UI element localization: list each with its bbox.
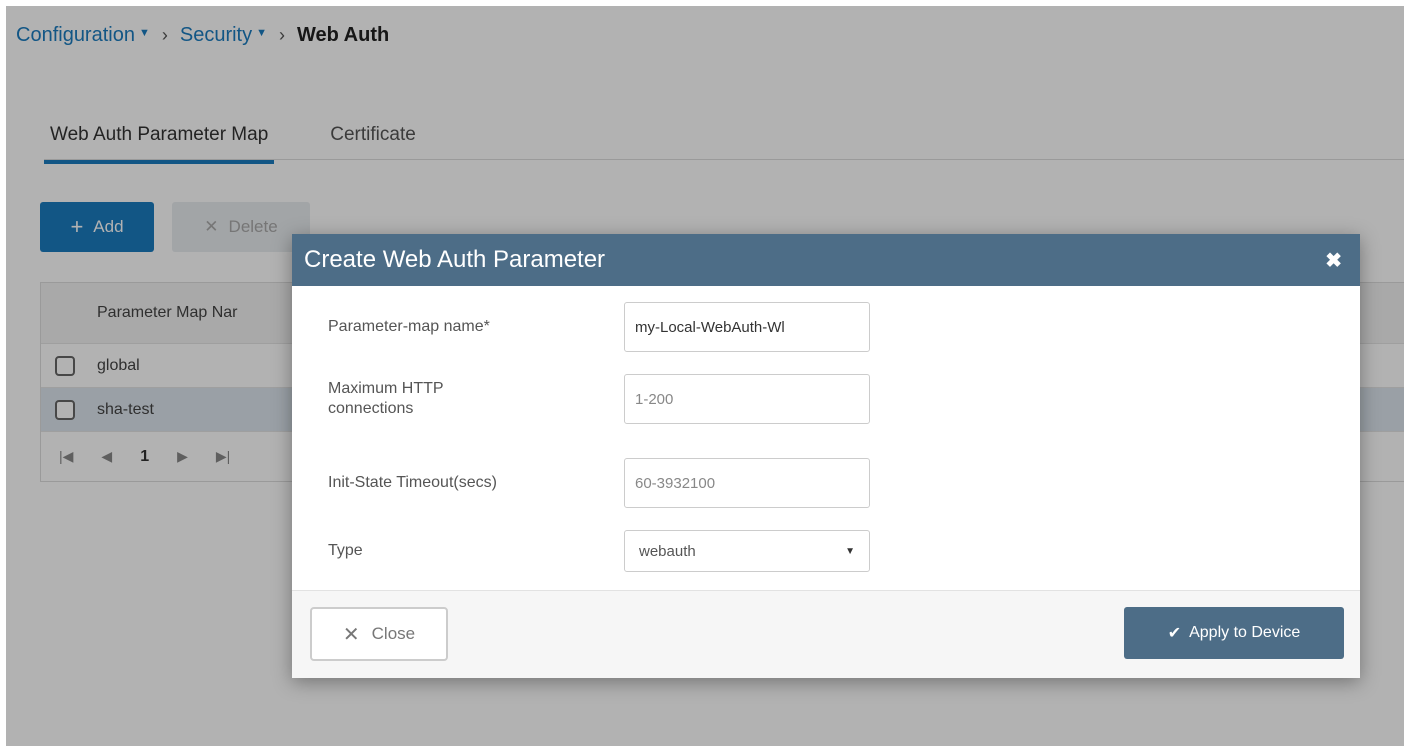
type-select[interactable]: webauth ▼ <box>624 530 870 572</box>
field-row-timeout: Init-State Timeout(secs) 60-3932100 <box>328 458 870 508</box>
apply-to-device-button[interactable]: ✔ Apply to Device <box>1124 607 1344 659</box>
max-http-label: Maximum HTTP connections <box>328 380 444 417</box>
field-row-type: Type webauth ▼ <box>328 530 870 572</box>
create-web-auth-dialog: Create Web Auth Parameter ✖ Parameter-ma… <box>292 234 1360 678</box>
close-button[interactable]: ✕ Close <box>310 607 448 661</box>
dialog-title: Create Web Auth Parameter <box>304 246 606 273</box>
field-row-name: Parameter-map name* my-Local-WebAuth-Wl <box>328 302 870 352</box>
apply-button-label: Apply to Device <box>1189 624 1301 641</box>
timeout-label: Init-State Timeout(secs) <box>328 474 497 491</box>
name-label: Parameter-map name* <box>328 318 490 335</box>
chevron-down-icon: ▼ <box>845 545 855 557</box>
dialog-body: Parameter-map name* my-Local-WebAuth-Wl … <box>292 286 1360 590</box>
dialog-footer: ✕ Close ✔ Apply to Device <box>292 590 1360 678</box>
timeout-input[interactable]: 60-3932100 <box>624 458 870 508</box>
type-select-value: webauth <box>639 542 696 560</box>
close-button-label: Close <box>371 624 416 643</box>
type-label: Type <box>328 542 363 559</box>
check-icon: ✔ <box>1167 625 1182 642</box>
app-frame: Configuration ▼ › Security ▼ › Web Auth … <box>6 6 1404 746</box>
field-row-max-http: Maximum HTTP connections 1-200 <box>328 374 870 424</box>
dialog-header: Create Web Auth Parameter ✖ <box>292 234 1360 286</box>
close-icon: ✕ <box>342 623 360 646</box>
close-icon[interactable]: ✖ <box>1325 248 1342 273</box>
max-http-input[interactable]: 1-200 <box>624 374 870 424</box>
parameter-map-name-input[interactable]: my-Local-WebAuth-Wl <box>624 302 870 352</box>
